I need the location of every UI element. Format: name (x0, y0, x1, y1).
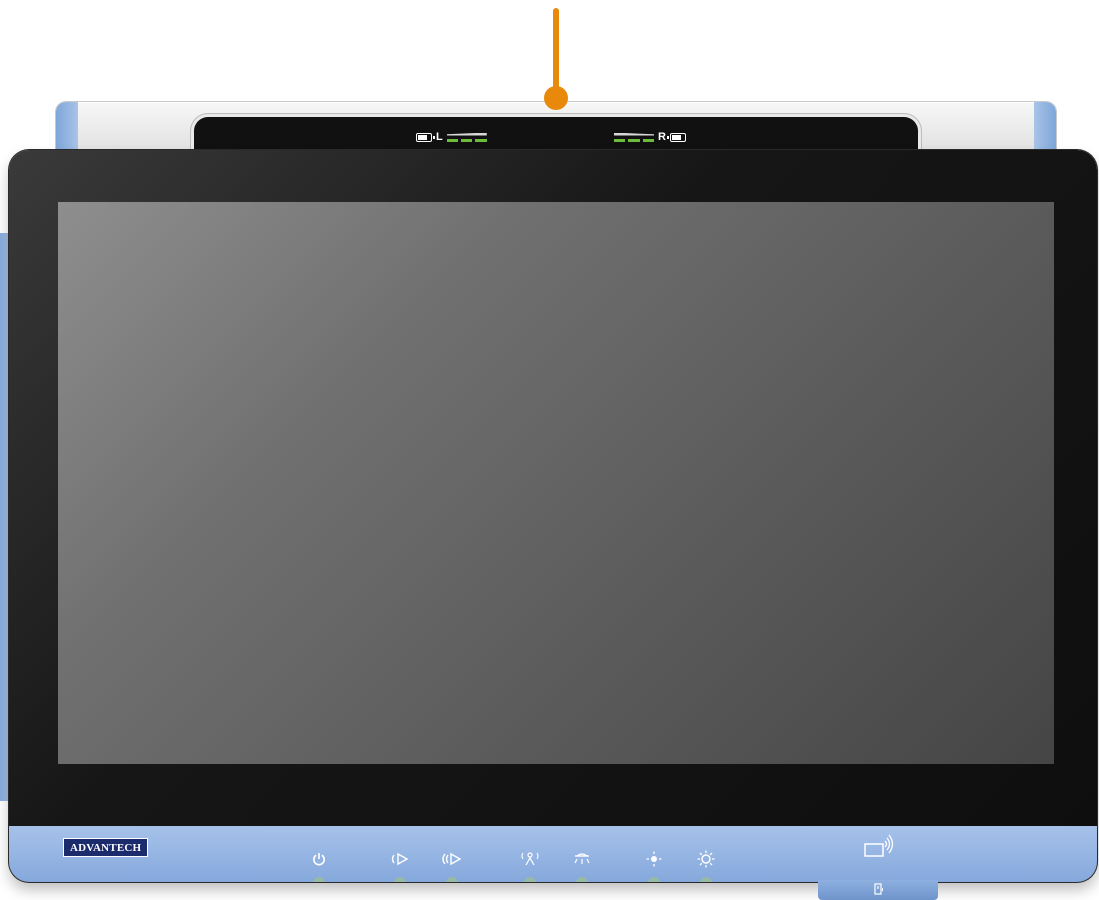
level-segments (614, 138, 654, 142)
right-battery-indicator: R (614, 131, 686, 143)
callout-dot (544, 86, 568, 110)
volume-up-icon (442, 852, 462, 866)
level-wedge (446, 132, 487, 136)
power-led (313, 877, 325, 882)
left-battery-label: L (436, 131, 443, 143)
brightness-down-icon (646, 851, 662, 867)
nurse-call-icon (521, 852, 539, 866)
brand-logo: ADVANTECH (63, 838, 149, 857)
brightness-up-led (700, 877, 712, 882)
battery-icon (416, 132, 435, 142)
brightness-up-icon (697, 850, 715, 868)
reading-light-led (576, 877, 588, 882)
reading-light-button[interactable] (569, 846, 595, 882)
card-slot-icon (874, 883, 883, 895)
volume-down-icon (391, 852, 409, 866)
nurse-call-led (524, 877, 536, 882)
card-slot[interactable] (818, 880, 938, 900)
volume-down-led (394, 877, 406, 882)
brightness-down-led (648, 877, 660, 882)
level-segments (446, 138, 487, 142)
device-illustration: L R ADVANTECH (0, 0, 1099, 900)
display-screen[interactable] (58, 202, 1054, 764)
monitor-bezel: ADVANTECH (9, 150, 1097, 882)
reading-light-icon (574, 853, 590, 864)
volume-up-led (446, 877, 458, 882)
right-battery-label: R (658, 131, 666, 143)
battery-icon (666, 132, 686, 142)
level-wedge (614, 132, 654, 136)
nfc-reader-icon (864, 834, 894, 857)
volume-down-button[interactable] (387, 846, 413, 882)
brightness-down-button[interactable] (641, 846, 667, 882)
left-battery-indicator: L (416, 131, 487, 143)
callout-line (553, 8, 559, 94)
volume-up-button[interactable] (439, 846, 465, 882)
brightness-up-button[interactable] (693, 846, 719, 882)
power-icon (313, 853, 325, 866)
right-battery-level (614, 132, 654, 142)
nurse-call-button[interactable] (517, 846, 543, 882)
control-panel: ADVANTECH (9, 826, 1097, 882)
left-battery-level (446, 132, 487, 142)
power-button[interactable] (306, 846, 332, 882)
